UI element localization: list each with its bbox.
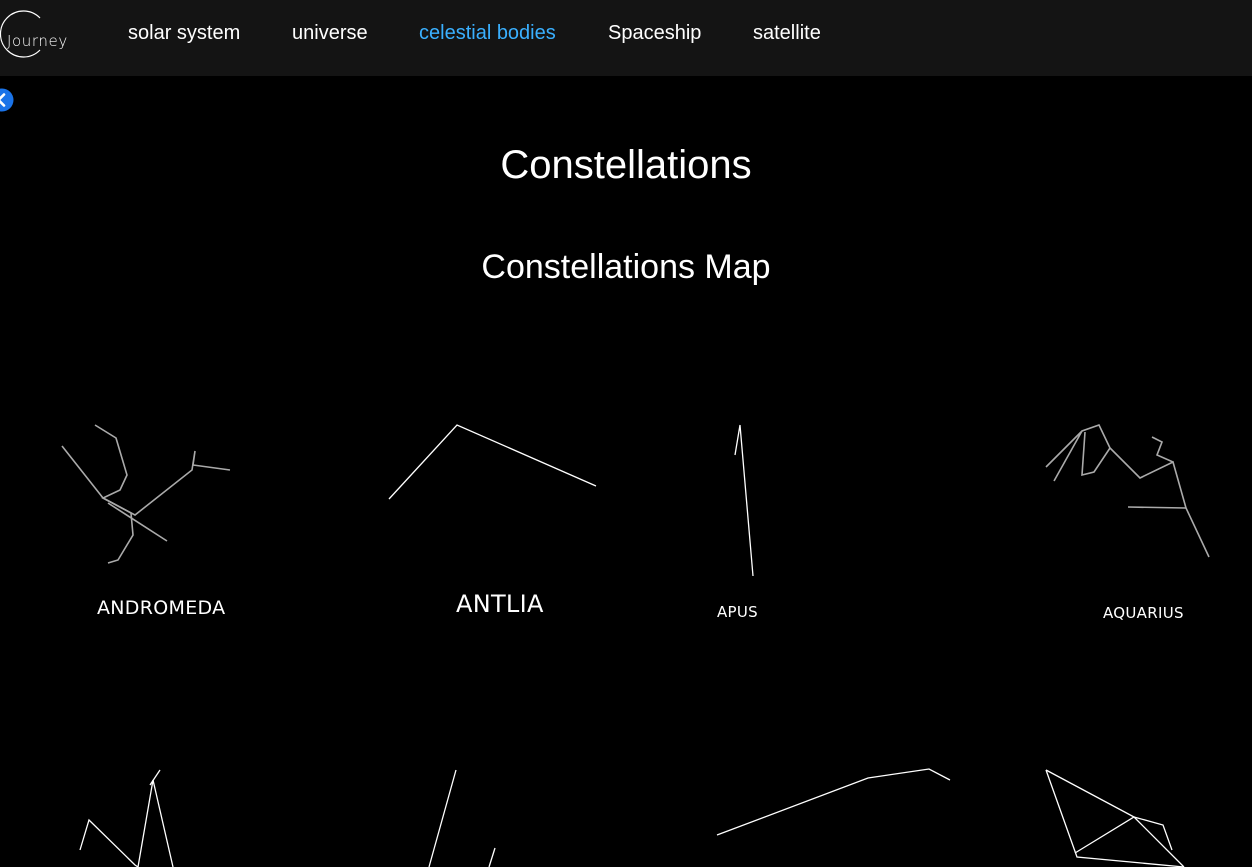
constellation-label-aquarius: Aquarius xyxy=(1103,604,1184,622)
top-navbar: Journey solar system universe celestial … xyxy=(0,0,1252,76)
constellation-card-apus[interactable]: Apus xyxy=(680,400,880,640)
nav-item-celestial-bodies[interactable]: celestial bodies xyxy=(419,22,556,45)
constellation-card-antlia[interactable]: Antlia xyxy=(360,400,640,640)
apus-constellation-icon xyxy=(734,424,754,577)
nav-item-satellite[interactable]: satellite xyxy=(753,22,821,45)
journey-logo[interactable]: Journey xyxy=(0,10,67,58)
nav-item-solar-system[interactable]: solar system xyxy=(128,22,240,45)
nav-item-universe[interactable]: universe xyxy=(292,22,368,45)
constellation-card-row2-3[interactable] xyxy=(680,740,980,867)
constellation-card-row2-1[interactable] xyxy=(0,740,300,867)
nav-item-spaceship[interactable]: Spaceship xyxy=(608,22,701,45)
chevron-left-circle-icon xyxy=(0,88,14,112)
constellation-card-row2-2[interactable] xyxy=(360,740,640,867)
constellation-row2-1-icon xyxy=(79,769,174,867)
constellation-row2-2-icon xyxy=(428,769,496,867)
logo-text: Journey xyxy=(7,32,68,50)
constellation-row2-4-icon xyxy=(1045,769,1185,867)
constellation-card-aquarius[interactable]: Aquarius xyxy=(1000,400,1252,640)
constellation-row2-3-icon xyxy=(716,768,951,836)
page-title: Constellations xyxy=(500,143,752,187)
constellation-label-antlia: Antlia xyxy=(456,590,544,618)
constellation-card-andromeda[interactable]: Andromeda xyxy=(0,400,300,640)
section-title: Constellations Map xyxy=(481,248,771,286)
constellation-label-apus: Apus xyxy=(717,603,759,621)
constellation-card-row2-4[interactable] xyxy=(1000,740,1252,867)
back-button[interactable] xyxy=(0,88,14,112)
constellation-label-andromeda: Andromeda xyxy=(97,597,226,619)
